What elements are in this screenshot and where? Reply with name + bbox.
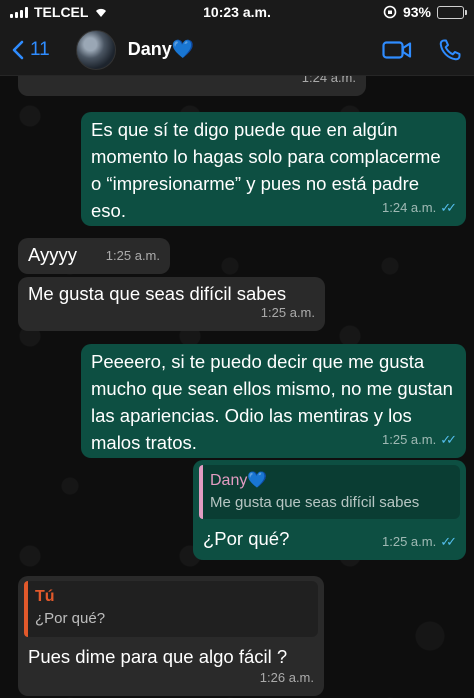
message-incoming[interactable]: 1:24 a.m. bbox=[18, 76, 366, 96]
contact-name-text: Dany bbox=[127, 39, 172, 59]
message-outgoing[interactable]: Es que sí te digo puede que en algún mom… bbox=[81, 112, 466, 226]
message-meta: 1:25 a.m. bbox=[106, 242, 160, 269]
unread-count: 11 bbox=[30, 38, 50, 60]
status-bar: TELCEL 10:23 a.m. 93% bbox=[0, 0, 474, 24]
quoted-message[interactable]: Dany💙 Me gusta que seas difícil sabes bbox=[199, 465, 460, 519]
chat-area[interactable]: 1:24 a.m. Es que sí te digo puede que en… bbox=[0, 76, 474, 698]
quoted-author: Tú bbox=[35, 588, 55, 605]
quoted-message[interactable]: Tú ¿Por qué? bbox=[24, 581, 318, 637]
message-incoming[interactable]: Me gusta que seas difícil sabes 1:25 a.m… bbox=[18, 277, 325, 331]
message-time: 1:26 a.m. bbox=[259, 670, 314, 685]
back-button[interactable]: 11 bbox=[12, 39, 50, 61]
message-time: 1:25 a.m. bbox=[382, 432, 437, 447]
message-meta: 1:25 a.m. ✓✓ bbox=[382, 426, 457, 453]
message-incoming[interactable]: Ayyyy 1:25 a.m. bbox=[18, 238, 170, 274]
message-text: Me gusta que seas difícil sabes bbox=[28, 283, 287, 304]
chat-header: 11 Dany💙 bbox=[0, 24, 474, 76]
message-time: 1:25 a.m. bbox=[382, 534, 437, 549]
quoted-text: ¿Por qué? bbox=[35, 610, 106, 627]
header-actions bbox=[382, 38, 462, 62]
quoted-text: Me gusta que seas difícil sabes bbox=[210, 494, 420, 511]
quoted-author: Dany💙 bbox=[210, 472, 268, 489]
message-outgoing[interactable]: Peeeero, si te puedo decir que me gusta … bbox=[81, 344, 466, 458]
message-text: Ayyyy bbox=[28, 244, 78, 265]
read-ticks-icon: ✓✓ bbox=[440, 200, 457, 215]
message-meta: 1:25 a.m. bbox=[261, 299, 315, 326]
battery-icon bbox=[437, 5, 467, 19]
message-time: 1:24 a.m. bbox=[301, 76, 356, 85]
orientation-lock-icon bbox=[383, 5, 397, 19]
message-meta: 1:24 a.m. ✓✓ bbox=[382, 194, 457, 221]
signal-icon bbox=[10, 6, 28, 18]
status-right: 93% bbox=[383, 4, 467, 20]
status-left: TELCEL bbox=[10, 4, 108, 20]
message-meta: 1:24 a.m. bbox=[302, 76, 356, 91]
battery-percent: 93% bbox=[402, 4, 431, 20]
message-meta: 1:26 a.m. bbox=[260, 664, 314, 691]
contact-name[interactable]: Dany💙 bbox=[128, 39, 194, 60]
message-text: Pues dime para que algo fácil ? bbox=[28, 646, 288, 667]
read-ticks-icon: ✓✓ bbox=[440, 432, 457, 447]
chevron-left-icon bbox=[12, 40, 24, 59]
message-time: 1:24 a.m. bbox=[382, 200, 437, 215]
wifi-icon bbox=[96, 8, 107, 17]
message-meta: 1:25 a.m. ✓✓ bbox=[382, 528, 457, 555]
heart-emoji: 💙 bbox=[171, 39, 195, 59]
read-ticks-icon: ✓✓ bbox=[440, 534, 457, 549]
message-outgoing-reply[interactable]: Dany💙 Me gusta que seas difícil sabes ¿P… bbox=[193, 460, 466, 560]
video-camera-icon[interactable] bbox=[382, 40, 412, 60]
message-time: 1:25 a.m. bbox=[105, 248, 160, 263]
message-incoming-reply[interactable]: Tú ¿Por qué? Pues dime para que algo fác… bbox=[18, 576, 324, 696]
carrier-name: TELCEL bbox=[34, 4, 89, 20]
contact-avatar[interactable] bbox=[75, 29, 116, 70]
message-text: ¿Por qué? bbox=[203, 528, 290, 549]
message-time: 1:25 a.m. bbox=[260, 305, 315, 320]
phone-icon[interactable] bbox=[438, 38, 462, 62]
